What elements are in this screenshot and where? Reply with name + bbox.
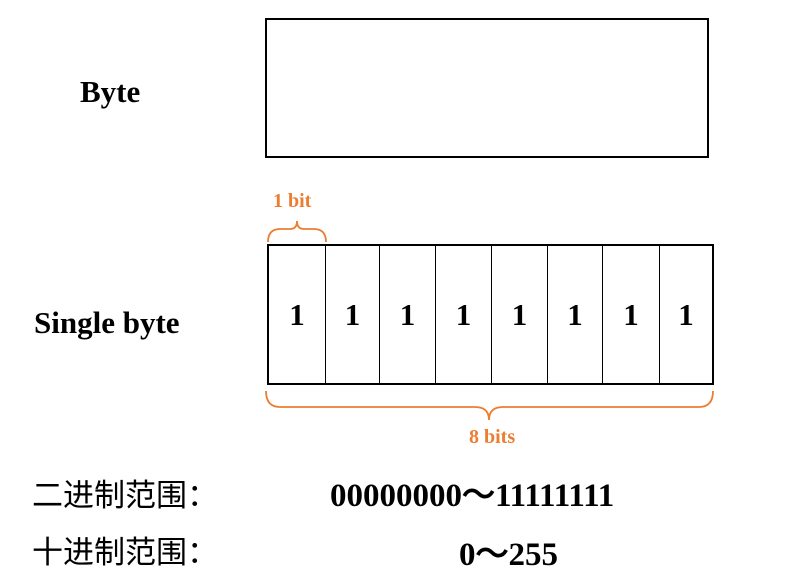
bit-cell: 1 — [548, 246, 603, 383]
single-byte-label: Single byte — [34, 305, 180, 340]
bit-cell: 1 — [492, 246, 548, 383]
eight-bits-label: 8 bits — [469, 426, 516, 448]
binary-range-value: 00000000～11111111 — [330, 478, 615, 514]
bit-cell: 1 — [603, 246, 660, 383]
bits-row: 1 1 1 1 1 1 1 1 — [267, 244, 714, 385]
one-bit-brace — [267, 220, 327, 243]
binary-range-label: 二进制范围： — [32, 478, 218, 514]
eight-bits-brace — [265, 390, 714, 421]
bit-cell: 1 — [436, 246, 492, 383]
decimal-range-label: 十进制范围： — [32, 535, 218, 571]
bit-cell: 1 — [678, 296, 694, 332]
bit-cell: 1 — [326, 246, 380, 383]
bit-cell: 1 — [380, 246, 436, 383]
decimal-range-value: 0～255 — [459, 537, 558, 573]
bit-cell: 1 — [269, 246, 326, 383]
